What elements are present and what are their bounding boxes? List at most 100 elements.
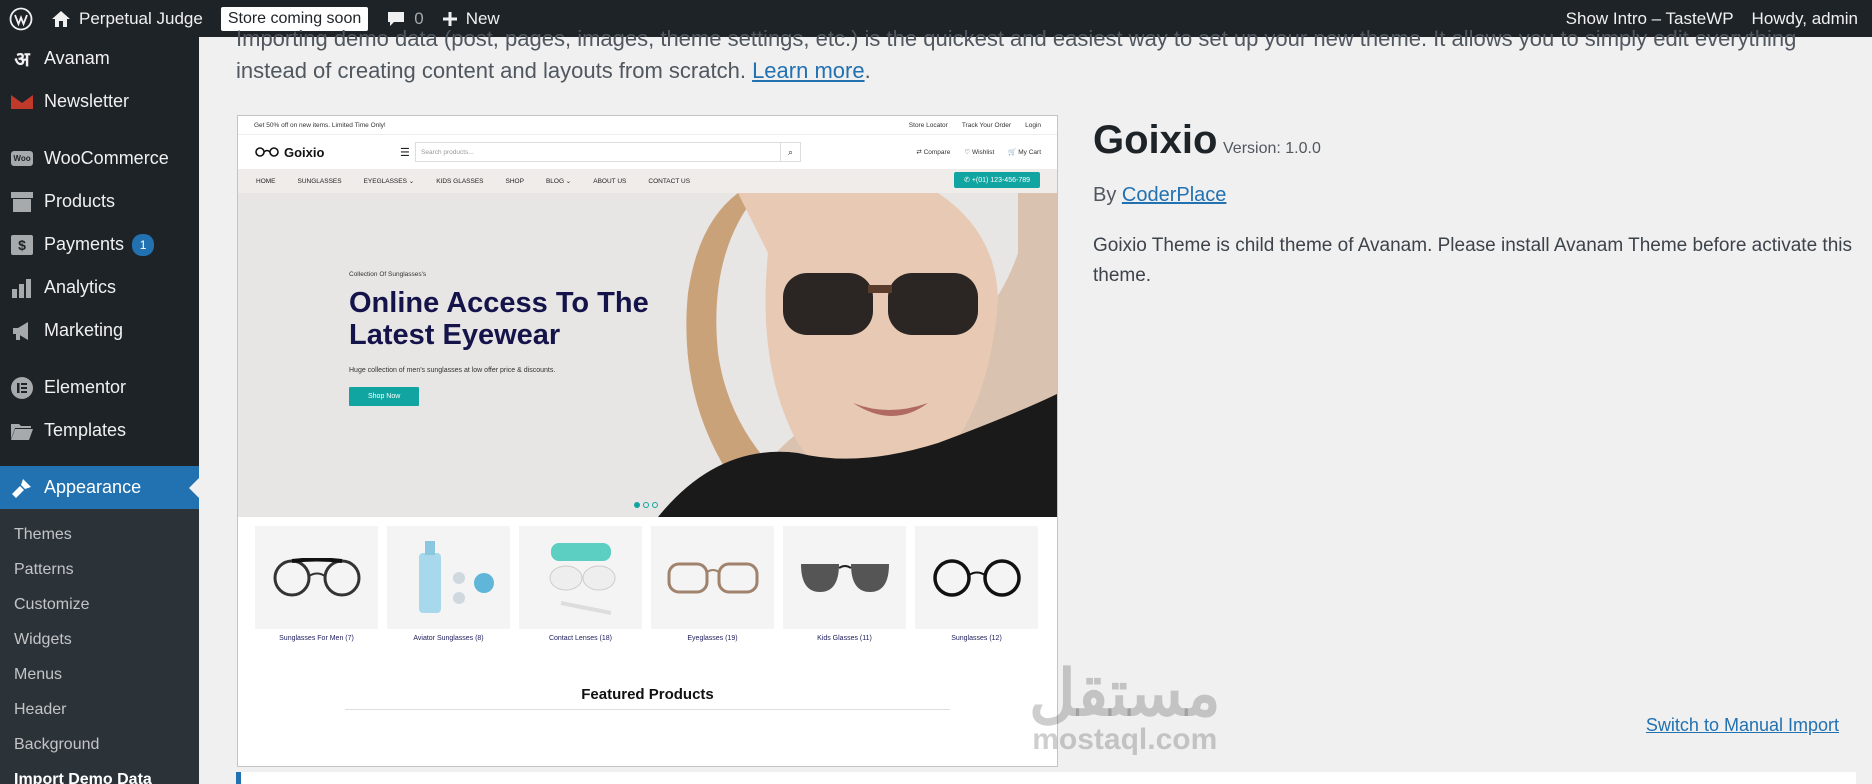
brush-icon xyxy=(10,476,34,500)
sidebar-item-label: Avanam xyxy=(44,48,110,68)
preview-nav-item: EYEGLASSES ⌄ xyxy=(363,178,415,185)
sidebar-item-newsletter[interactable]: Newsletter xyxy=(0,80,199,123)
preview-category-label: Contact Lenses (18) xyxy=(548,635,613,642)
preview-cart-label: My Cart xyxy=(1018,149,1041,156)
sidebar-item-avanam[interactable]: अ Avanam xyxy=(0,37,199,80)
submenu-item-patterns[interactable]: Patterns xyxy=(0,552,199,587)
sidebar-item-products[interactable]: Products xyxy=(0,180,199,223)
preview-category-label: Sunglasses For Men (7) xyxy=(279,635,354,642)
sidebar-item-marketing[interactable]: Marketing xyxy=(0,309,199,352)
woman-sunglasses-image xyxy=(238,193,1057,517)
sidebar-item-label: Newsletter xyxy=(44,91,130,111)
sidebar-item-appearance[interactable]: Appearance xyxy=(0,466,199,509)
preview-divider xyxy=(345,709,950,710)
preview-phone-button: ✆ +(01) 123-456-789 xyxy=(954,172,1040,188)
theme-title: Goixio xyxy=(1093,118,1218,162)
main-content: Importing demo data (post, pages, images… xyxy=(199,26,1872,784)
sidebar-item-label: Analytics xyxy=(44,277,117,297)
folder-icon xyxy=(10,419,34,443)
preview-nav-item: HOME xyxy=(256,177,276,185)
submenu-item-customize[interactable]: Customize xyxy=(0,587,199,622)
theme-description: Goixio Theme is child theme of Avanam. P… xyxy=(1093,235,1852,286)
preview-compare: ⇄ Compare xyxy=(916,149,951,156)
preview-category-label: Eyeglasses (19) xyxy=(687,635,738,642)
sidebar-item-templates[interactable]: Templates xyxy=(0,409,199,452)
preview-nav-item: ABOUT US xyxy=(593,177,627,185)
preview-category-label: Aviator Sunglasses (8) xyxy=(413,635,484,642)
dollar-icon: $ xyxy=(10,233,34,257)
sidebar-item-woocommerce[interactable]: Woo WooCommerce xyxy=(0,137,199,180)
intro-body: Importing demo data (post, pages, images… xyxy=(236,26,1797,83)
watermark-latin: mostaql.com xyxy=(1032,723,1218,756)
admin-sidebar: अ Avanam Newsletter Woo WooCommerce Prod… xyxy=(0,37,199,784)
preview-actions: ⇄ Compare ♡ Wishlist 🛒 My Cart xyxy=(916,148,1041,156)
avanam-icon: अ xyxy=(14,49,30,71)
theme-author-link[interactable]: CoderPlace xyxy=(1122,184,1227,206)
preview-hero-description: Huge collection of men's sunglasses at l… xyxy=(349,367,556,374)
payments-count-badge: 1 xyxy=(132,233,155,256)
sidebar-item-label: Marketing xyxy=(44,320,124,340)
preview-categories: Sunglasses For Men (7) Aviator Sunglasse… xyxy=(238,517,1057,642)
preview-promo-text: Get 50% off on new items. Limited Time O… xyxy=(254,121,386,129)
submenu-item-themes[interactable]: Themes xyxy=(0,517,199,552)
sidebar-item-payments[interactable]: $ Payments 1 xyxy=(0,223,199,266)
preview-search: Search products... ⌕ xyxy=(415,142,801,162)
learn-more-link[interactable]: Learn more xyxy=(752,58,865,83)
theme-preview-image: Get 50% off on new items. Limited Time O… xyxy=(237,115,1058,767)
sidebar-item-label: Payments xyxy=(44,234,125,254)
sidebar-item-label: WooCommerce xyxy=(44,148,169,168)
brown-eyeglasses-image xyxy=(651,526,774,629)
mostaql-watermark: مستقل mostaql.com xyxy=(1029,661,1221,755)
submenu-item-widgets[interactable]: Widgets xyxy=(0,622,199,657)
switch-to-manual-import-link[interactable]: Switch to Manual Import xyxy=(1646,715,1839,736)
preview-nav-item: KIDS GLASSES xyxy=(436,177,484,185)
contact-lens-case-image xyxy=(519,526,642,629)
preview-logo: Goixio xyxy=(254,145,400,160)
theme-by-label: By xyxy=(1093,184,1122,206)
mail-icon xyxy=(10,90,34,114)
preview-nav: HOME SUNGLASSES EYEGLASSES ⌄ KIDS GLASSE… xyxy=(238,169,1057,193)
slider-dot xyxy=(652,502,658,508)
preview-nav-item: BLOG ⌄ xyxy=(545,178,572,185)
submenu-item-background[interactable]: Background xyxy=(0,727,199,762)
site-name: Perpetual Judge xyxy=(79,8,203,28)
preview-featured-heading: Featured Products xyxy=(581,686,714,703)
preview-category-label: Sunglasses (12) xyxy=(951,635,1002,642)
preview-hero-eyebrow: Collection Of Sunglasses's xyxy=(349,271,427,278)
preview-category: Eyeglasses (19) xyxy=(651,526,774,642)
preview-slider-dots xyxy=(634,502,658,508)
slider-dot xyxy=(634,502,640,508)
preview-category: Contact Lenses (18) xyxy=(519,526,642,642)
lens-solution-image xyxy=(387,526,510,629)
wordpress-logo-icon[interactable] xyxy=(0,0,42,37)
submenu-item-import-demo-data[interactable]: Import Demo Data xyxy=(0,762,199,784)
intro-text: Importing demo data (post, pages, images… xyxy=(236,23,1856,87)
sidebar-item-elementor[interactable]: Elementor xyxy=(0,366,199,409)
megaphone-icon xyxy=(10,319,34,343)
preview-category: Sunglasses For Men (7) xyxy=(255,526,378,642)
elementor-icon xyxy=(10,376,34,400)
sidebar-item-label: Products xyxy=(44,191,116,211)
submenu-item-header[interactable]: Header xyxy=(0,692,199,727)
intro-end: . xyxy=(864,58,871,83)
site-name-link[interactable]: Perpetual Judge xyxy=(42,0,212,37)
preview-store-locator: Store Locator xyxy=(908,121,948,129)
preview-category-label: Kids Glasses (11) xyxy=(817,635,872,642)
theme-author-line: By CoderPlace xyxy=(1093,184,1226,207)
preview-track-order: Track Your Order xyxy=(961,121,1012,129)
sidebar-item-label: Templates xyxy=(44,420,127,440)
slider-dot xyxy=(643,502,649,508)
submenu-item-menus[interactable]: Menus xyxy=(0,657,199,692)
preview-search-placeholder: Search products... xyxy=(421,148,474,156)
sidebar-item-analytics[interactable]: Analytics xyxy=(0,266,199,309)
theme-version: Version: 1.0.0 xyxy=(1223,140,1321,157)
chart-bar-icon xyxy=(10,276,34,300)
preview-logo-text: Goixio xyxy=(284,144,325,160)
home-icon xyxy=(51,10,71,28)
preview-nav-item: SHOP xyxy=(505,177,524,185)
glasses-logo-icon xyxy=(254,147,280,157)
svg-text:$: $ xyxy=(18,237,26,253)
sidebar-item-label: Elementor xyxy=(44,377,127,397)
preview-compare-label: Compare xyxy=(923,149,951,156)
search-icon: ⌕ xyxy=(780,143,800,161)
